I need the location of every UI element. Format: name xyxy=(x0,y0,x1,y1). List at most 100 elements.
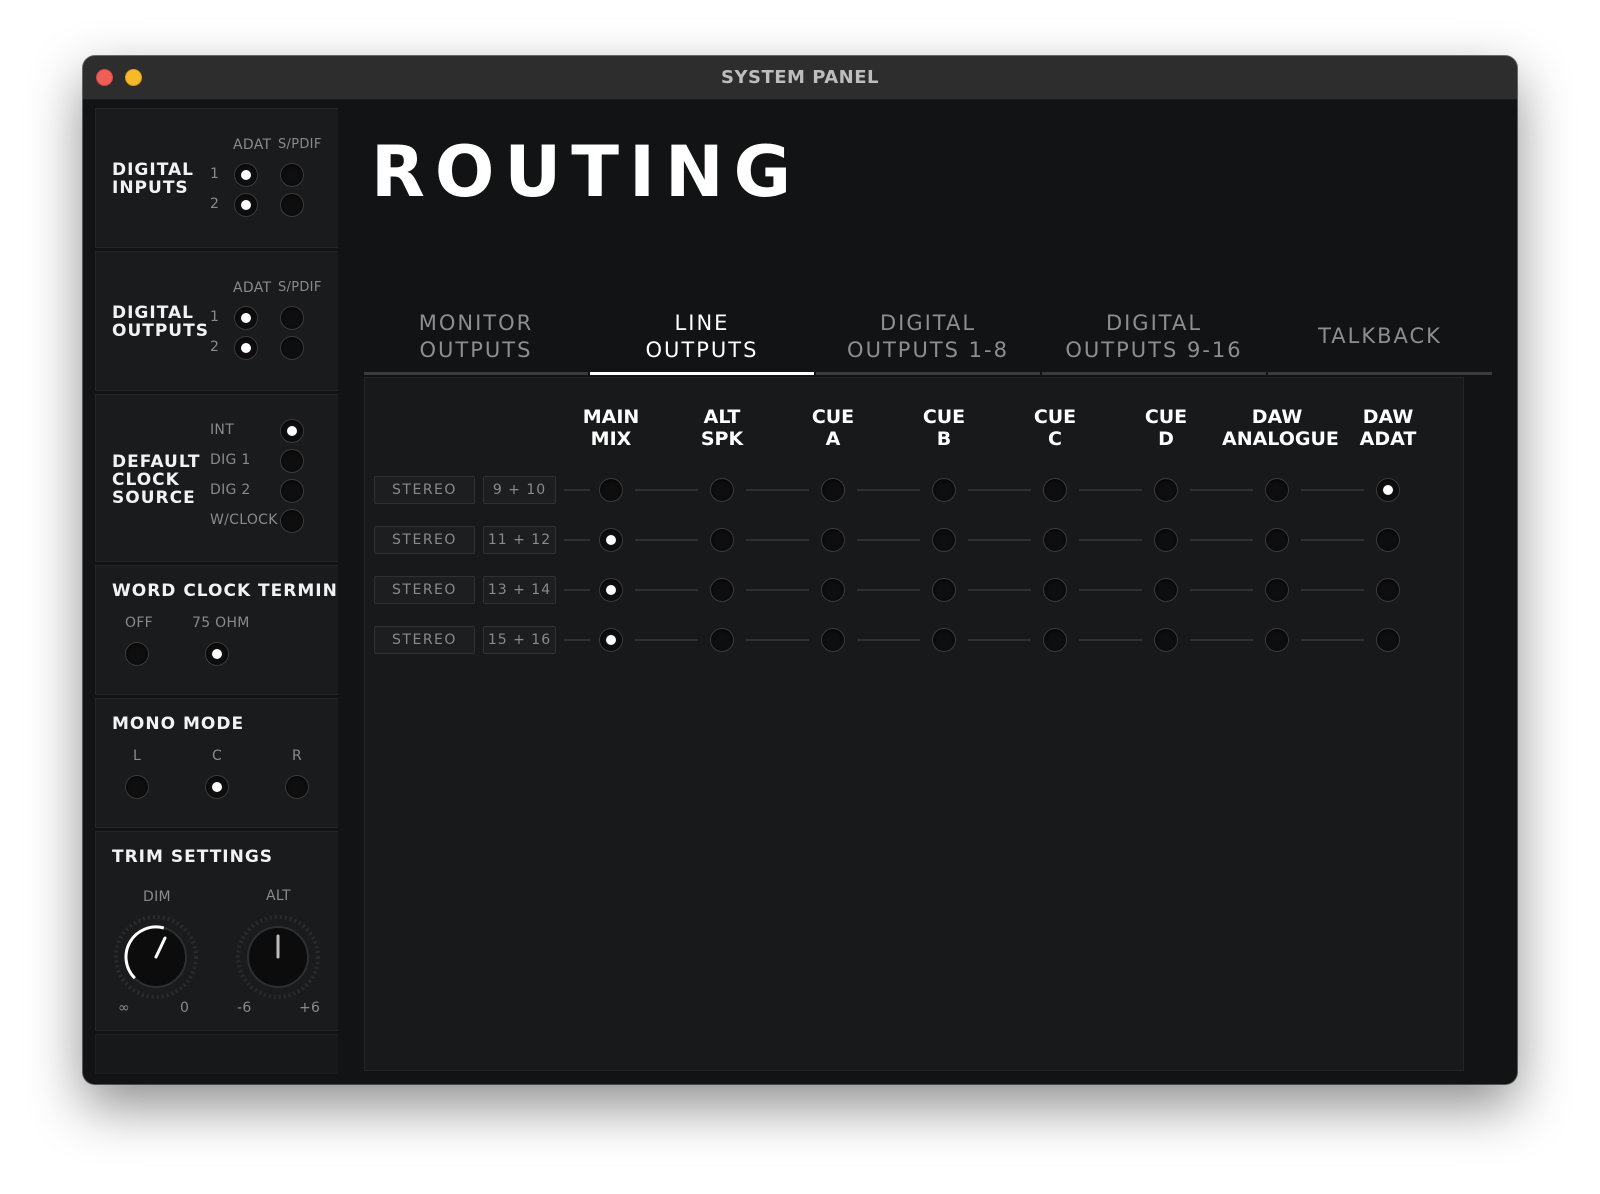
digital-input-1-spdif-radio[interactable] xyxy=(280,163,304,187)
route-radio-13-14-daw-adat[interactable] xyxy=(1376,578,1400,602)
row-channels-label: 15 + 16 xyxy=(483,626,556,654)
row-mode-stereo[interactable]: STEREO xyxy=(374,626,475,654)
route-connector-line xyxy=(857,539,920,541)
route-radio-15-16-cue-c[interactable] xyxy=(1043,628,1067,652)
column-header-cue-c: CUE C xyxy=(1033,406,1077,450)
digital-input-2-spdif-radio[interactable] xyxy=(280,193,304,217)
row-label: 2 xyxy=(210,196,220,212)
route-connector-line xyxy=(1079,639,1142,641)
route-radio-13-14-daw-analogue[interactable] xyxy=(1265,578,1289,602)
spdif-column-label: S/PDIF xyxy=(278,280,322,295)
tab-digital-outputs-9-16[interactable]: DIGITAL OUTPUTS 9-16 xyxy=(1042,305,1266,375)
route-radio-11-12-cue-a[interactable] xyxy=(821,528,845,552)
route-connector-line xyxy=(635,539,698,541)
route-radio-9-10-cue-a[interactable] xyxy=(821,478,845,502)
route-radio-11-12-alt-spk[interactable] xyxy=(710,528,734,552)
route-radio-15-16-cue-d[interactable] xyxy=(1154,628,1178,652)
route-radio-15-16-cue-b[interactable] xyxy=(932,628,956,652)
row-channels-label: 9 + 10 xyxy=(483,476,556,504)
route-radio-9-10-main-mix[interactable] xyxy=(599,478,623,502)
route-radio-11-12-cue-d[interactable] xyxy=(1154,528,1178,552)
route-radio-9-10-alt-spk[interactable] xyxy=(710,478,734,502)
route-radio-15-16-main-mix[interactable] xyxy=(599,628,623,652)
route-connector-line xyxy=(1079,489,1142,491)
word-clock-75ohm-radio[interactable] xyxy=(205,642,229,666)
column-header-daw-analogue: DAW ANALOGUE xyxy=(1222,406,1339,450)
route-connector-line xyxy=(564,489,590,491)
route-radio-9-10-cue-d[interactable] xyxy=(1154,478,1178,502)
title-bar: SYSTEM PANEL xyxy=(83,56,1517,100)
route-radio-9-10-daw-analogue[interactable] xyxy=(1265,478,1289,502)
row-mode-stereo[interactable]: STEREO xyxy=(374,476,475,504)
route-radio-15-16-daw-analogue[interactable] xyxy=(1265,628,1289,652)
route-connector-line xyxy=(1079,589,1142,591)
word-clock-off-radio[interactable] xyxy=(125,642,149,666)
mono-l-label: L xyxy=(133,748,142,764)
digital-input-1-adat-radio[interactable] xyxy=(234,163,258,187)
route-radio-13-14-main-mix[interactable] xyxy=(599,578,623,602)
mono-c-radio[interactable] xyxy=(205,775,229,799)
dim-knob-graphic xyxy=(114,915,198,999)
mono-r-radio[interactable] xyxy=(285,775,309,799)
tab-monitor-outputs[interactable]: MONITOR OUTPUTS xyxy=(364,305,588,375)
route-radio-9-10-cue-b[interactable] xyxy=(932,478,956,502)
route-connector-line xyxy=(564,639,590,641)
tab-line-outputs[interactable]: LINE OUTPUTS xyxy=(590,305,814,375)
route-radio-15-16-cue-a[interactable] xyxy=(821,628,845,652)
clock-option-label: DIG 2 xyxy=(210,482,251,498)
system-panel-window: SYSTEM PANEL DIGITAL INPUTS ADAT S/PDIF … xyxy=(83,56,1517,1084)
route-connector-line xyxy=(746,639,809,641)
trim-settings-label: TRIM SETTINGS xyxy=(112,847,274,867)
route-connector-line xyxy=(968,589,1031,591)
route-connector-line xyxy=(857,589,920,591)
route-radio-15-16-daw-adat[interactable] xyxy=(1376,628,1400,652)
alt-max-label: +6 xyxy=(299,1000,321,1016)
route-connector-line xyxy=(1190,639,1253,641)
alt-trim-knob[interactable] xyxy=(235,914,321,1000)
dim-trim-knob[interactable] xyxy=(113,914,199,1000)
route-radio-11-12-daw-adat[interactable] xyxy=(1376,528,1400,552)
route-radio-11-12-cue-b[interactable] xyxy=(932,528,956,552)
route-connector-line xyxy=(1190,589,1253,591)
tab-talkback[interactable]: TALKBACK xyxy=(1268,305,1492,375)
route-radio-11-12-main-mix[interactable] xyxy=(599,528,623,552)
route-radio-9-10-daw-adat[interactable] xyxy=(1376,478,1400,502)
digital-output-1-spdif-radio[interactable] xyxy=(280,306,304,330)
window-title: SYSTEM PANEL xyxy=(720,67,879,88)
clock-dig1-radio[interactable] xyxy=(280,449,304,473)
row-mode-stereo[interactable]: STEREO xyxy=(374,576,475,604)
route-connector-line xyxy=(1301,539,1364,541)
route-radio-13-14-cue-c[interactable] xyxy=(1043,578,1067,602)
alt-min-label: -6 xyxy=(237,1000,252,1016)
column-header-cue-b: CUE B xyxy=(922,406,966,450)
route-radio-11-12-cue-c[interactable] xyxy=(1043,528,1067,552)
route-radio-13-14-cue-d[interactable] xyxy=(1154,578,1178,602)
clock-dig2-radio[interactable] xyxy=(280,479,304,503)
mono-l-radio[interactable] xyxy=(125,775,149,799)
route-radio-9-10-cue-c[interactable] xyxy=(1043,478,1067,502)
page-title: ROUTING xyxy=(371,131,802,213)
digital-inputs-panel: DIGITAL INPUTS ADAT S/PDIF 1 2 xyxy=(95,108,339,248)
route-radio-15-16-alt-spk[interactable] xyxy=(710,628,734,652)
column-header-alt-spk: ALT SPK xyxy=(700,406,744,450)
clock-int-radio[interactable] xyxy=(280,419,304,443)
tab-digital-outputs-1-8[interactable]: DIGITAL OUTPUTS 1-8 xyxy=(816,305,1040,375)
digital-output-2-adat-radio[interactable] xyxy=(234,336,258,360)
digital-input-2-adat-radio[interactable] xyxy=(234,193,258,217)
digital-output-1-adat-radio[interactable] xyxy=(234,306,258,330)
spdif-column-label: S/PDIF xyxy=(278,137,322,152)
clock-wclock-radio[interactable] xyxy=(280,509,304,533)
mono-mode-panel: MONO MODE L C R xyxy=(95,698,339,828)
column-header-cue-a: CUE A xyxy=(811,406,855,450)
route-connector-line xyxy=(968,639,1031,641)
route-connector-line xyxy=(564,539,590,541)
row-label: 1 xyxy=(210,309,220,325)
route-radio-13-14-cue-a[interactable] xyxy=(821,578,845,602)
route-radio-13-14-cue-b[interactable] xyxy=(932,578,956,602)
route-connector-line xyxy=(1301,639,1364,641)
digital-output-2-spdif-radio[interactable] xyxy=(280,336,304,360)
row-mode-stereo[interactable]: STEREO xyxy=(374,526,475,554)
route-radio-13-14-alt-spk[interactable] xyxy=(710,578,734,602)
route-radio-11-12-daw-analogue[interactable] xyxy=(1265,528,1289,552)
dim-knob-label: DIM xyxy=(143,889,171,905)
